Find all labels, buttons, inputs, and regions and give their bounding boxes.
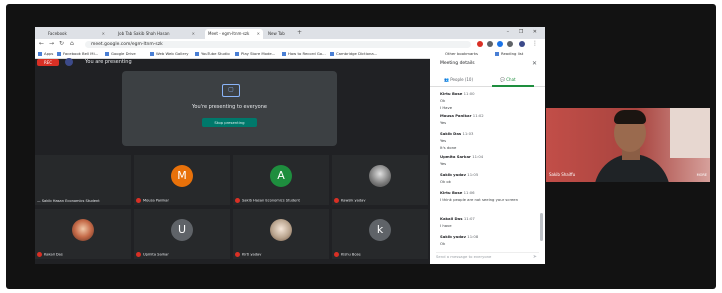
mic-off-icon (136, 252, 141, 257)
person-hair (614, 110, 646, 124)
avatar (72, 219, 94, 241)
bookmark-item[interactable]: Play Store Mode... (235, 50, 275, 57)
webcam-overlay: Sakib Shaiffu MORE (546, 108, 710, 182)
participant-tile[interactable]: Kawsik yadav (332, 155, 428, 205)
panel-title: Meeting details (440, 61, 475, 66)
mic-off-icon (334, 252, 339, 257)
participant-tile[interactable]: k Kishu Bose (332, 209, 428, 259)
participant-tile[interactable]: Kirti yadav (233, 209, 329, 259)
participant-name: — Sakib Hasan Economics Student (37, 199, 100, 203)
window-controls[interactable]: – ❐ ✕ (507, 29, 541, 35)
presenting-message: You're presenting to everyone (192, 104, 267, 110)
participant-name: Kishu Bose (334, 252, 361, 257)
tab-label: Meet - egm-ltnm-szk (208, 31, 250, 36)
presenting-bar: REC You are presenting (35, 58, 430, 67)
url-input[interactable]: meet.google.com/egm-ltnm-szk (85, 40, 471, 48)
reload-icon[interactable]: ↻ (59, 40, 64, 47)
avatar: M (171, 165, 193, 187)
close-icon[interactable]: ✕ (532, 60, 537, 67)
meeting-details-panel: Meeting details ✕ 👥 People (10) 💬 Chat K… (430, 58, 545, 264)
tab-label: Facebook (48, 31, 67, 36)
extension-icon[interactable] (507, 41, 513, 47)
bookmark-item[interactable]: Facebook Bell Mi... (57, 50, 98, 57)
active-tab-indicator (492, 85, 534, 87)
participant-name: Kirti yadav (235, 252, 261, 257)
chat-message: Kakali Das 11:07 I have (440, 216, 475, 228)
stop-presenting-button[interactable]: Stop presenting (202, 118, 257, 127)
avatar (65, 58, 73, 66)
close-icon[interactable]: ✕ (257, 29, 260, 39)
participant-tile[interactable]: U Upmita Sarkar (134, 209, 230, 259)
participant-name: Kakali Das (37, 252, 63, 257)
chat-scrollbar[interactable] (540, 213, 543, 241)
avatar (369, 165, 391, 187)
bookmark-item[interactable]: YouTube Studio (195, 50, 230, 57)
participant-tile[interactable]: — Sakib Hasan Economics Student (35, 155, 131, 205)
camera-name: Sakib Shaiffu (549, 172, 576, 177)
chat-message: Sakib Das 11:03 Yes It's done (440, 131, 474, 150)
bookmark-item[interactable]: Apps (38, 50, 53, 57)
presenting-card: ▢ You're presenting to everyone Stop pre… (122, 71, 337, 146)
chat-message: Mousa Panikar 11:02 Yes (440, 113, 484, 125)
present-screen-icon: ▢ (222, 84, 240, 97)
mic-off-icon (136, 198, 141, 203)
participant-name: Kawsik yadav (334, 198, 365, 203)
chat-message: Kirtu Bose 11:06 I think people are not … (440, 190, 519, 202)
extension-icon[interactable] (497, 41, 503, 47)
mic-off-icon (235, 198, 240, 203)
profile-avatar[interactable] (519, 41, 525, 47)
participant-grid: — Sakib Hasan Economics Student M Mousa … (35, 151, 430, 264)
mic-off-icon (235, 252, 240, 257)
bookmark-item[interactable]: Google Drive (105, 50, 136, 57)
avatar: A (270, 165, 292, 187)
extension-icon[interactable] (477, 41, 483, 47)
tab-chat[interactable]: 💬 Chat (500, 76, 516, 84)
chat-message: Sakib yadav 11:05 Ok ok (440, 172, 479, 184)
mic-off-icon (334, 198, 339, 203)
bookmark-item[interactable]: Reading list (495, 50, 523, 57)
chat-message: Upmita Sarkar 11:04 Yes (440, 154, 484, 166)
home-icon[interactable]: ⌂ (70, 40, 74, 47)
address-bar-row: ← → ↻ ⌂ meet.google.com/egm-ltnm-szk ⋮ (35, 39, 545, 49)
browser-tab-active[interactable]: Meet - egm-ltnm-szk ✕ (205, 29, 263, 39)
rec-badge: REC (37, 59, 59, 66)
tab-people[interactable]: 👥 People (10) (444, 76, 473, 84)
participant-tile[interactable]: A Sakib Hasan Economics Student (233, 155, 329, 205)
close-icon[interactable]: ✕ (192, 29, 195, 39)
tab-label: New Tab (268, 31, 285, 36)
chat-message: Sakib yadav 11:08 Ok (440, 234, 479, 246)
bookmark-item[interactable]: Other bookmarks (445, 50, 478, 57)
avatar (270, 219, 292, 241)
shared-browser-screen: Facebook ✕ Job Tab Sakib Shah Hasan ✕ Meet… (35, 27, 545, 264)
browser-tab[interactable]: Job Tab Sakib Shah Hasan ✕ (115, 29, 198, 39)
extension-icon[interactable] (487, 41, 493, 47)
close-icon[interactable]: ✕ (102, 29, 105, 39)
chat-input-placeholder: Send a message to everyone (436, 254, 492, 259)
forward-icon[interactable]: → (49, 40, 54, 47)
mic-off-icon (37, 252, 42, 257)
bookmark-item[interactable]: How to Record Go... (282, 50, 326, 57)
browser-tab[interactable]: Facebook ✕ (45, 29, 108, 39)
chat-message: Kirtu Bose 11:00 Ok I Have (440, 91, 475, 110)
camera-menu[interactable]: MORE (697, 173, 707, 177)
back-icon[interactable]: ← (39, 40, 44, 47)
avatar: U (171, 219, 193, 241)
participant-tile[interactable]: M Mousa Panikar (134, 155, 230, 205)
camera-window-light (670, 108, 710, 158)
participant-name: Mousa Panikar (136, 198, 169, 203)
chat-input[interactable]: Send a message to everyone ➤ (436, 252, 539, 261)
send-icon[interactable]: ➤ (533, 253, 537, 261)
participant-tile[interactable]: Kakali Das (35, 209, 131, 259)
avatar: k (369, 219, 391, 241)
participant-name: Upmita Sarkar (136, 252, 169, 257)
menu-icon[interactable]: ⋮ (532, 40, 538, 47)
participant-name: Sakib Hasan Economics Student (235, 198, 300, 203)
new-tab-icon[interactable]: + (297, 29, 302, 36)
presenting-status: You are presenting (85, 59, 132, 65)
browser-tab-bar: Facebook ✕ Job Tab Sakib Shah Hasan ✕ Meet… (35, 27, 545, 39)
tab-label: Job Tab Sakib Shah Hasan (118, 31, 170, 36)
bookmark-item[interactable]: Web Web Gallery (150, 50, 189, 57)
browser-tab[interactable]: New Tab (265, 29, 298, 39)
bookmark-item[interactable]: Cambridge Dictiona... (330, 50, 377, 57)
